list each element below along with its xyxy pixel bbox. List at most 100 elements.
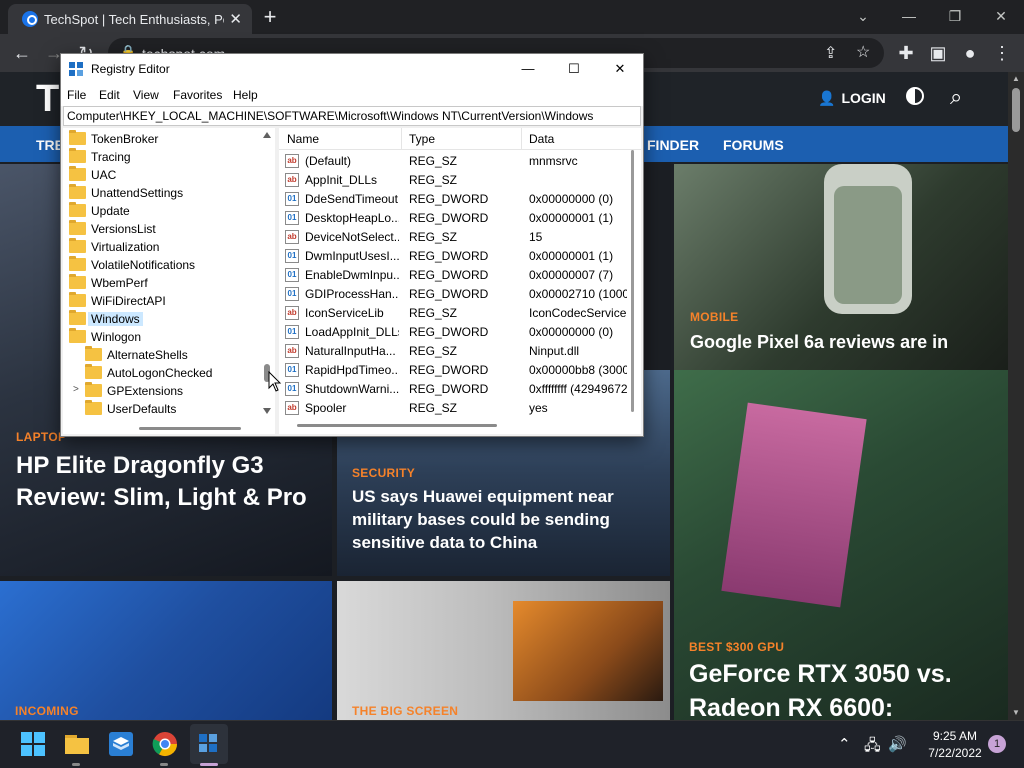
card-headline[interactable]: Google Pixel 6a reviews are in <box>690 330 1000 354</box>
values-horizontal-scrollbar[interactable] <box>297 422 497 430</box>
site-logo[interactable]: T <box>36 78 59 121</box>
menu-view[interactable]: View <box>133 88 159 102</box>
column-header-name[interactable]: Name <box>287 132 319 146</box>
tree-item[interactable]: AlternateShells <box>63 346 259 364</box>
value-row[interactable]: ab AppInit_DLLs REG_SZ <box>279 171 629 190</box>
page-scrollbar[interactable]: ▲ ▼ <box>1008 72 1024 720</box>
value-row[interactable]: 01 EnableDwmInpu... REG_DWORD 0x00000007 (7… <box>279 266 629 285</box>
expand-chevron-icon[interactable]: > <box>73 384 79 395</box>
value-row[interactable]: 01 RapidHpdTimeo... REG_DWORD 0x00000bb8 (3… <box>279 361 629 380</box>
value-row[interactable]: ab Spooler REG_SZ yes <box>279 399 629 418</box>
show-hidden-icons-icon[interactable]: ⌃ <box>838 735 851 753</box>
value-row[interactable]: ab (Default) REG_SZ mnmsrvc <box>279 152 629 171</box>
value-row[interactable]: 01 GDIProcessHan... REG_DWORD 0x00002710 (1… <box>279 285 629 304</box>
tree-item[interactable]: WbemPerf <box>63 274 259 292</box>
article-card-big-screen[interactable]: THE BIG SCREEN <box>337 581 670 720</box>
card-headline[interactable]: US says Huawei equipment near military b… <box>352 486 652 555</box>
menu-file[interactable]: File <box>67 88 86 102</box>
tree-item[interactable]: Winlogon <box>63 328 259 346</box>
close-tab-icon[interactable]: ✕ <box>229 10 242 28</box>
tree-item[interactable]: Update <box>63 202 259 220</box>
file-explorer-icon[interactable] <box>62 729 92 759</box>
article-card-mobile[interactable]: MOBILE Google Pixel 6a reviews are in <box>674 164 1008 370</box>
restore-button[interactable]: ❐ <box>932 2 978 30</box>
tree-item[interactable]: TokenBroker <box>63 130 259 148</box>
value-name: AppInit_DLLs <box>305 173 378 187</box>
nav-item-finder[interactable]: FINDER <box>647 137 699 153</box>
tree-item[interactable]: WiFiDirectAPI <box>63 292 259 310</box>
column-header-type[interactable]: Type <box>409 132 435 146</box>
value-row[interactable]: 01 DwmInputUsesI... REG_DWORD 0x00000001 (1… <box>279 247 629 266</box>
notification-badge[interactable]: 1 <box>988 735 1006 753</box>
theme-toggle-icon[interactable] <box>906 87 924 105</box>
value-row[interactable]: ab DeviceNotSelect... REG_SZ 15 <box>279 228 629 247</box>
volume-icon[interactable]: 🔊 <box>888 735 907 753</box>
tree-item-label: Tracing <box>91 150 131 164</box>
network-icon[interactable]: 🖧 <box>864 735 881 760</box>
card-headline[interactable]: HP Elite Dragonfly G3 Review: Slim, Ligh… <box>16 450 316 515</box>
menu-edit[interactable]: Edit <box>99 88 120 102</box>
chrome-icon[interactable] <box>150 729 180 759</box>
side-panel-icon[interactable]: ▣ <box>924 40 952 66</box>
tree-item[interactable]: Tracing <box>63 148 259 166</box>
extensions-icon[interactable]: ✚ <box>892 40 920 66</box>
tree-item[interactable]: Windows <box>63 310 259 328</box>
article-card-incoming[interactable]: INCOMING <box>0 581 332 720</box>
regedit-taskbar-icon[interactable] <box>194 729 224 759</box>
column-divider[interactable] <box>521 128 522 150</box>
close-window-button[interactable]: ✕ <box>978 2 1024 30</box>
browser-tab[interactable]: TechSpot | Tech Enthusiasts, Pow ✕ <box>8 4 252 34</box>
folder-icon <box>69 220 86 235</box>
column-header-data[interactable]: Data <box>529 132 554 146</box>
regedit-minimize-button[interactable]: — <box>505 54 551 84</box>
card-category: SECURITY <box>352 466 416 480</box>
search-icon[interactable]: ⌕ <box>950 84 962 110</box>
clock-time[interactable]: 9:25 AM <box>910 729 1000 743</box>
tree-item[interactable]: UAC <box>63 166 259 184</box>
regedit-close-button[interactable]: ✕ <box>597 54 643 84</box>
sandbox-app-icon[interactable] <box>106 729 136 759</box>
tree-item[interactable]: Virtualization <box>63 238 259 256</box>
tab-search-icon[interactable]: ⌄ <box>840 2 886 30</box>
nav-item-forums[interactable]: FORUMS <box>723 137 784 153</box>
login-link[interactable]: 👤 LOGIN <box>818 90 886 107</box>
regedit-maximize-button[interactable]: ☐ <box>551 54 597 84</box>
tree-item[interactable]: > GPExtensions <box>63 382 259 400</box>
value-row[interactable]: 01 LoadAppInit_DLLs REG_DWORD 0x00000000 (0… <box>279 323 629 342</box>
tree-item[interactable]: UnattendSettings <box>63 184 259 202</box>
regedit-title-bar[interactable]: Registry Editor — ☐ ✕ <box>61 54 643 84</box>
card-headline[interactable]: GeForce RTX 3050 vs. Radeon RX 6600: <box>689 658 999 720</box>
page-scroll-thumb[interactable] <box>1012 88 1020 132</box>
menu-favorites[interactable]: Favorites <box>173 88 222 102</box>
scroll-down-icon[interactable]: ▼ <box>1012 708 1020 717</box>
start-windows-icon[interactable] <box>18 729 48 759</box>
article-card-gpu[interactable]: BEST $300 GPU GeForce RTX 3050 vs. Radeo… <box>674 370 1008 720</box>
profile-icon[interactable]: ● <box>956 40 984 66</box>
card-category: MOBILE <box>690 310 739 324</box>
share-icon[interactable]: ⇪ <box>824 43 837 63</box>
back-icon[interactable]: ← <box>8 40 36 66</box>
new-tab-button[interactable]: + <box>258 4 282 30</box>
mouse-cursor-icon <box>268 371 282 392</box>
value-row[interactable]: 01 DdeSendTimeout REG_DWORD 0x00000000 (0) <box>279 190 629 209</box>
regedit-address-bar[interactable]: Computer\HKEY_LOCAL_MACHINE\SOFTWARE\Mic… <box>63 106 641 126</box>
tree-item[interactable]: VolatileNotifications <box>63 256 259 274</box>
tree-horizontal-scrollbar[interactable] <box>63 424 261 434</box>
tree-item[interactable]: AutoLogonChecked <box>63 364 259 382</box>
value-row[interactable]: 01 ShutdownWarni... REG_DWORD 0xffffffff (4… <box>279 380 629 399</box>
menu-kebab-icon[interactable]: ⋮ <box>988 40 1016 66</box>
clock-date[interactable]: 7/22/2022 <box>910 746 1000 760</box>
bookmark-star-icon[interactable]: ☆ <box>856 42 870 62</box>
value-row[interactable]: ab NaturalInputHa... REG_SZ Ninput.dll <box>279 342 629 361</box>
scroll-up-icon[interactable]: ▲ <box>1012 74 1020 83</box>
tree-item[interactable]: VersionsList <box>63 220 259 238</box>
column-divider[interactable] <box>401 128 402 150</box>
value-row[interactable]: ab IconServiceLib REG_SZ IconCodecService. <box>279 304 629 323</box>
values-vertical-scrollbar[interactable] <box>629 150 637 420</box>
tree-item[interactable]: UserDefaults <box>63 400 259 418</box>
menu-help[interactable]: Help <box>233 88 258 102</box>
value-row[interactable]: 01 DesktopHeapLo... REG_DWORD 0x00000001 (1… <box>279 209 629 228</box>
regedit-key-tree: TokenBroker Tracing UAC UnattendSettings Upd… <box>63 128 275 434</box>
folder-icon <box>69 328 86 343</box>
minimize-button[interactable]: — <box>886 2 932 30</box>
